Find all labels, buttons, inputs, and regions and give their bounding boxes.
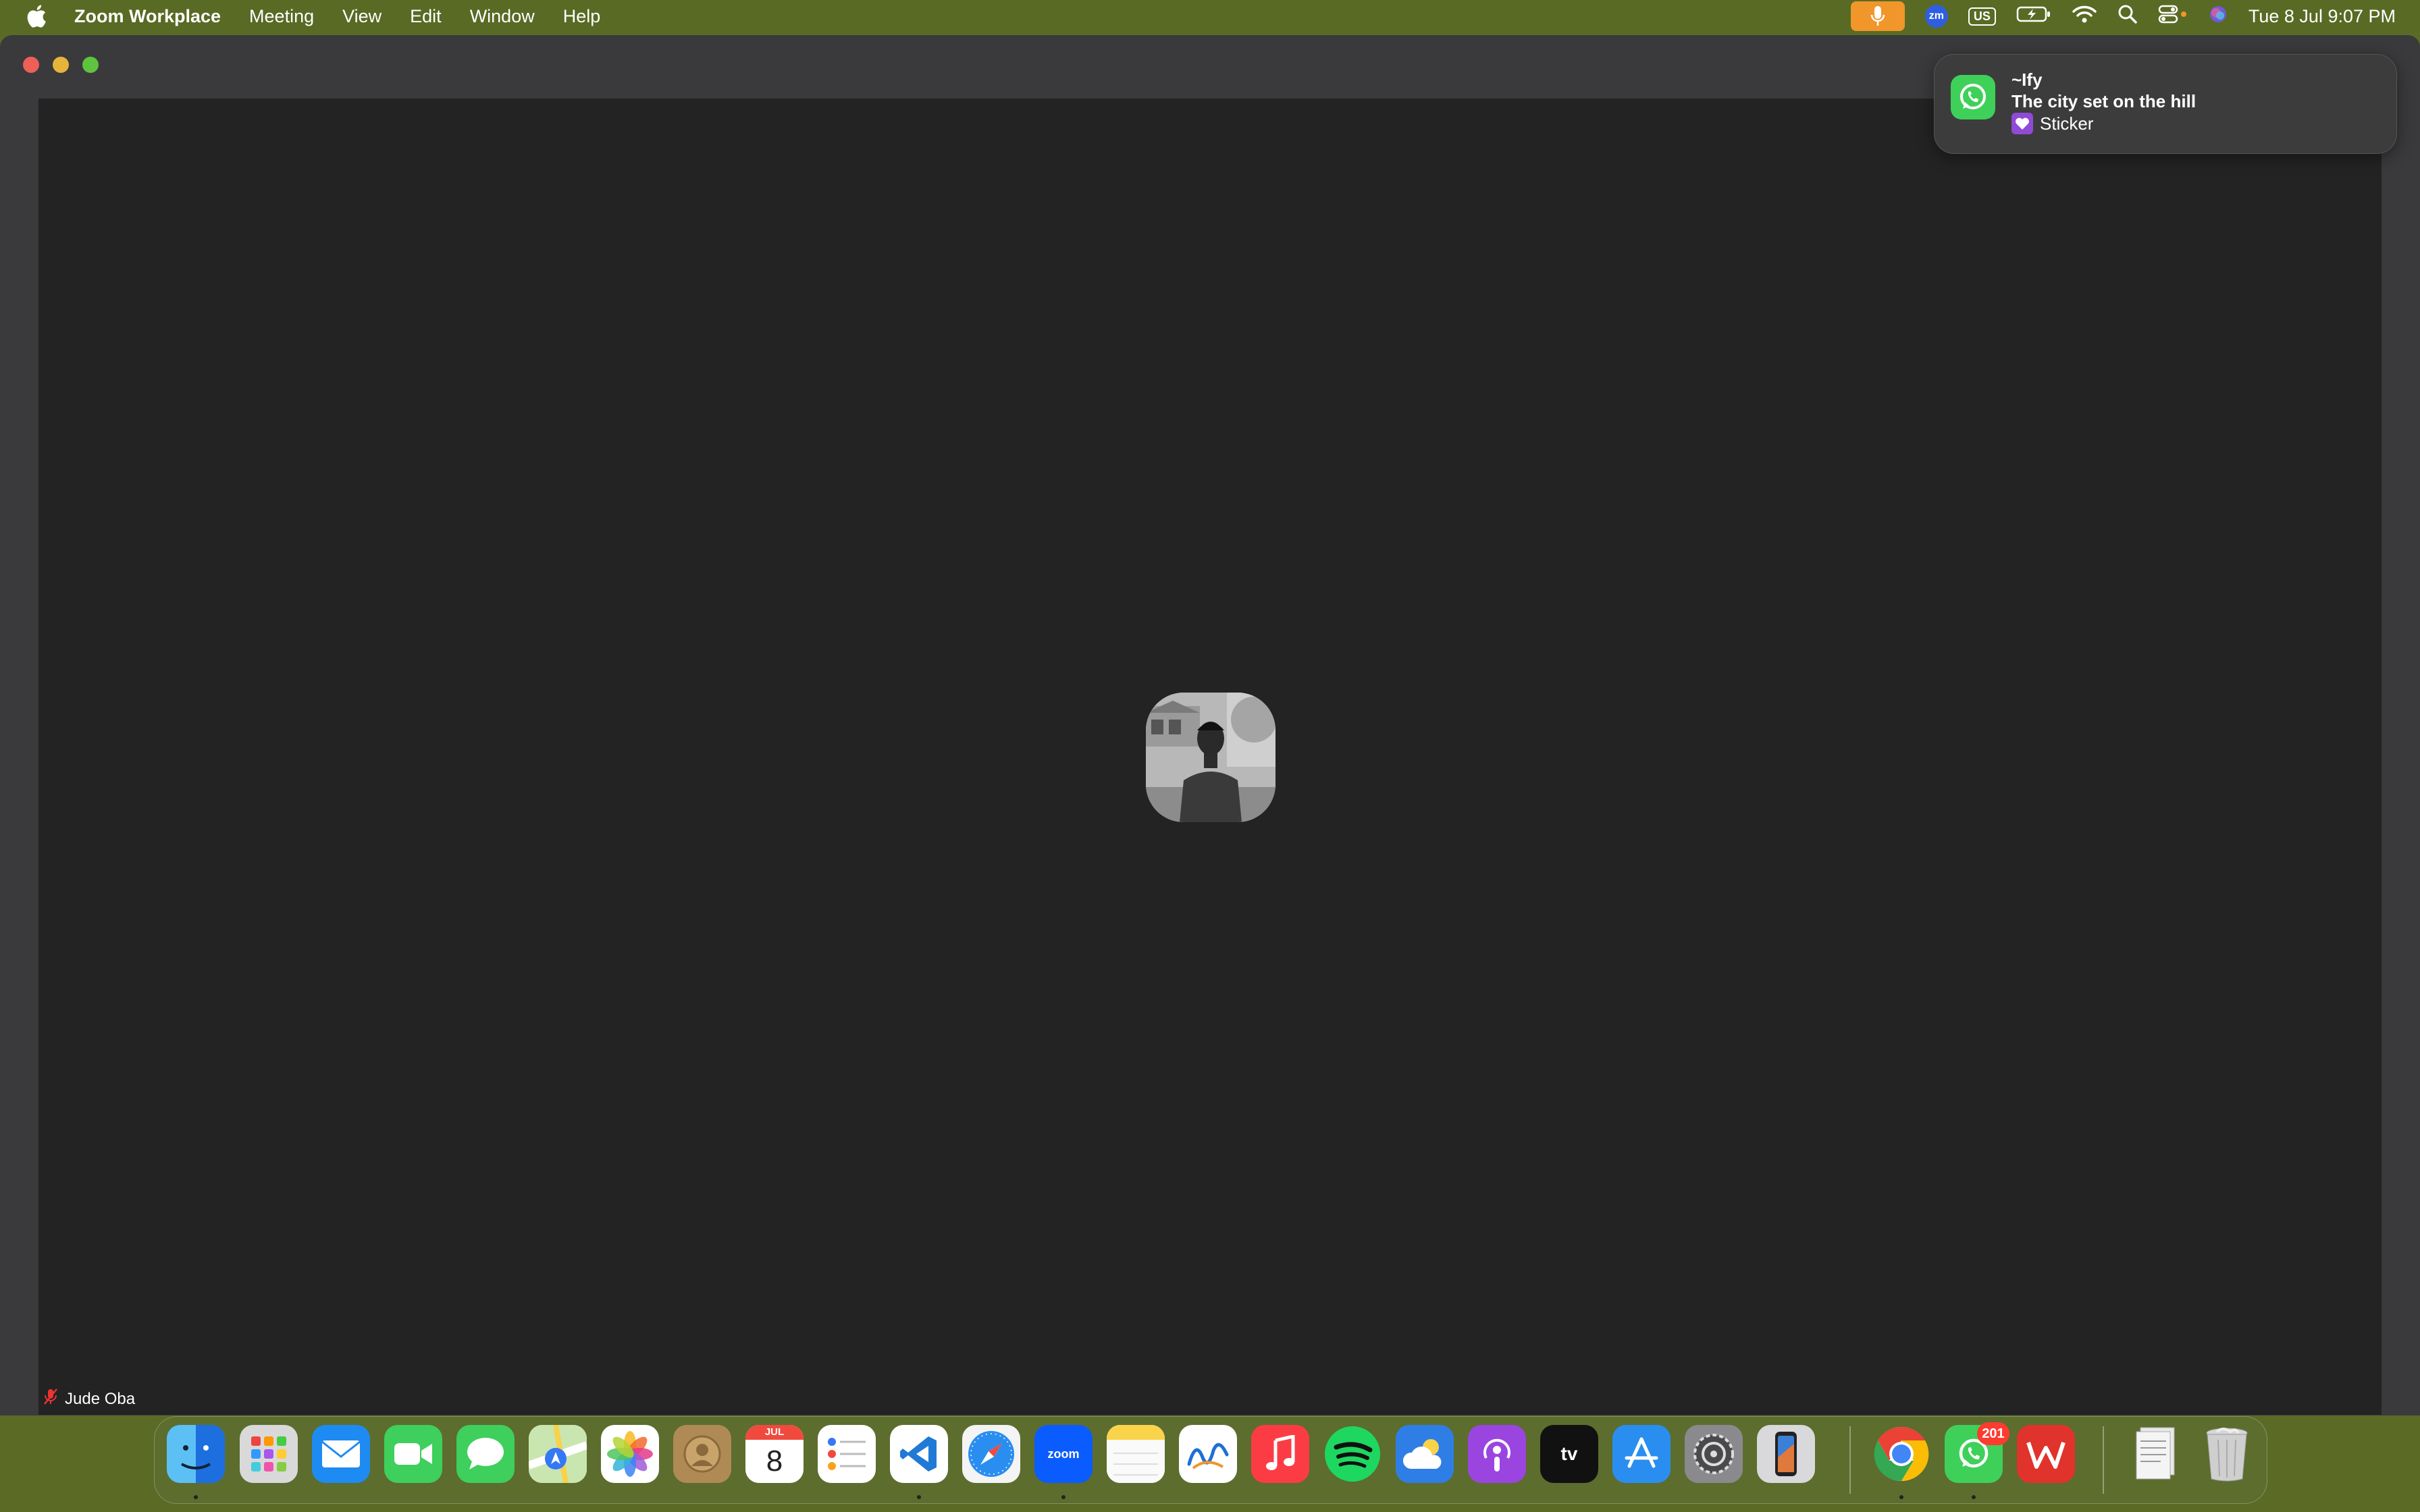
maximize-window-button[interactable] (82, 57, 99, 73)
menu-app-name[interactable]: Zoom Workplace (74, 6, 221, 27)
participant-name-tag: Jude Oba (43, 1388, 135, 1410)
battery-charging-icon[interactable] (2016, 5, 2051, 28)
music-icon[interactable] (1251, 1425, 1309, 1483)
finder-icon[interactable] (167, 1425, 225, 1483)
participant-avatar (1146, 693, 1275, 822)
chrome-icon[interactable] (1872, 1425, 1930, 1483)
apple-tv-label: tv (1560, 1443, 1578, 1464)
wps-icon[interactable] (2017, 1425, 2075, 1483)
notification-title: ~Ify (2011, 70, 2043, 90)
dock-separator-right (2103, 1426, 2104, 1494)
minimize-window-button[interactable] (53, 57, 69, 73)
maps-icon[interactable] (529, 1425, 587, 1483)
finder-running-dot (194, 1495, 198, 1499)
photos-icon[interactable] (601, 1425, 659, 1483)
settings-icon[interactable] (1685, 1425, 1743, 1483)
menu-edit[interactable]: Edit (410, 6, 442, 27)
trash-icon[interactable] (2198, 1425, 2256, 1483)
spotlight-icon[interactable] (2118, 4, 2138, 29)
zoom-icon[interactable]: zoom (1034, 1425, 1093, 1483)
wifi-icon[interactable] (2072, 5, 2097, 28)
whatsapp-dock-icon[interactable]: 201 (1945, 1422, 2009, 1483)
keyboard-layout-icon[interactable]: US (1968, 7, 1996, 26)
menu-meeting[interactable]: Meeting (249, 6, 314, 27)
reminders-icon[interactable] (818, 1425, 876, 1483)
apple-tv-icon[interactable]: tv (1540, 1425, 1598, 1483)
zoom-status-icon[interactable]: zm (1924, 5, 1948, 28)
chrome-running-dot (1899, 1495, 1903, 1499)
weather-icon[interactable] (1396, 1425, 1454, 1483)
podcasts-icon[interactable] (1468, 1425, 1526, 1483)
dock: JUL 8 zoom tv 201 (154, 1416, 2267, 1504)
notification-subtitle: The city set on the hill (2011, 91, 2197, 111)
menu-clock[interactable]: Tue 8 Jul 9:07 PM (2248, 6, 2396, 27)
zoom-running-dot (1061, 1495, 1066, 1499)
control-center-icon[interactable] (2158, 5, 2188, 28)
menu-help[interactable]: Help (563, 6, 601, 27)
dock-separator (1849, 1426, 1851, 1494)
microphone-icon[interactable] (1850, 1, 1905, 31)
iphone-mirroring-icon[interactable] (1757, 1425, 1815, 1483)
notification-body: Sticker (2011, 113, 2093, 134)
menu-window[interactable]: Window (470, 6, 535, 27)
siri-icon[interactable] (2208, 4, 2228, 29)
participant-name: Jude Oba (65, 1389, 136, 1408)
mail-icon[interactable] (312, 1425, 370, 1483)
messages-icon[interactable] (456, 1425, 515, 1483)
vscode-icon[interactable] (890, 1425, 948, 1483)
launchpad-icon[interactable] (240, 1425, 298, 1483)
calendar-month: JUL (745, 1425, 804, 1440)
calendar-icon[interactable]: JUL 8 (745, 1425, 804, 1483)
documents-stack-icon[interactable] (2126, 1425, 2184, 1483)
muted-microphone-icon (43, 1388, 58, 1410)
facetime-icon[interactable] (384, 1425, 442, 1483)
menu-bar: Zoom Workplace Meeting View Edit Window … (0, 0, 2420, 32)
contacts-icon[interactable] (673, 1425, 731, 1483)
freeform-icon[interactable] (1179, 1425, 1237, 1483)
calendar-day: 8 (766, 1444, 783, 1478)
whatsapp-unread-badge: 201 (1977, 1422, 2009, 1445)
whatsapp-notification[interactable]: ~Ify The city set on the hill Sticker (1934, 54, 2397, 154)
notification-body-text: Sticker (2040, 113, 2094, 134)
apple-menu-icon[interactable] (24, 4, 49, 28)
close-window-button[interactable] (23, 57, 39, 73)
vscode-running-dot (917, 1495, 921, 1499)
window-controls (23, 57, 99, 73)
safari-icon[interactable] (962, 1425, 1020, 1483)
heart-icon (2011, 113, 2033, 134)
whatsapp-icon (1951, 75, 1995, 119)
spotify-icon[interactable] (1323, 1425, 1382, 1483)
menu-view[interactable]: View (342, 6, 382, 27)
notes-icon[interactable] (1107, 1425, 1165, 1483)
app-store-icon[interactable] (1612, 1425, 1671, 1483)
whatsapp-running-dot (1972, 1495, 1976, 1499)
